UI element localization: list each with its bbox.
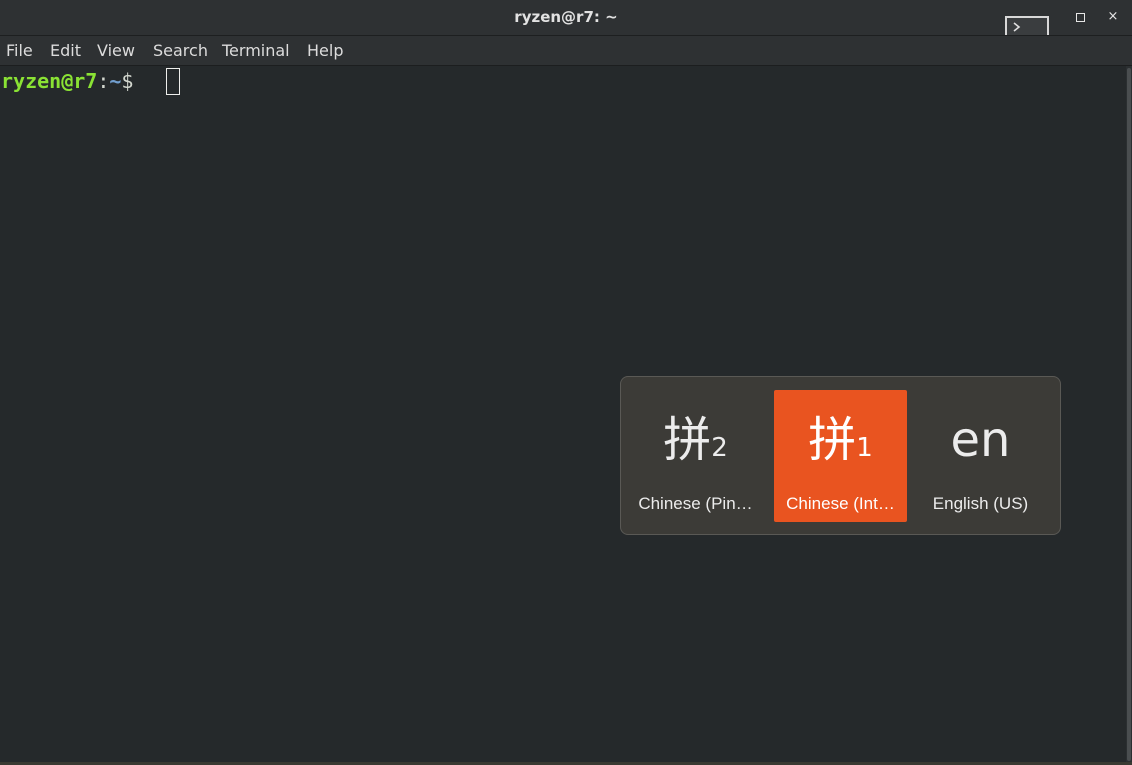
input-source-label: Chinese (Int… [786, 494, 895, 513]
maximize-icon [1075, 13, 1085, 22]
input-source-switcher: 拼2 Chinese (Pin… 拼1 Chinese (Int… en Eng… [620, 376, 1061, 535]
menu-file[interactable]: File [6, 41, 33, 60]
input-source-glyph: 拼2 [663, 412, 728, 468]
input-source-label: Chinese (Pin… [638, 494, 753, 513]
terminal-window: ryzen@r7: ~ × File Edit View Search Term… [0, 0, 1132, 765]
prompt-user-host: ryzen@r7 [1, 69, 98, 93]
menu-edit[interactable]: Edit [50, 41, 81, 60]
shell-prompt: ryzen@r7:~$ [1, 69, 133, 93]
input-source-english-us[interactable]: en English (US) [914, 390, 1047, 522]
input-source-chinese-pinyin[interactable]: 拼2 Chinese (Pin… [629, 390, 762, 522]
terminal-icon [1005, 16, 1049, 35]
input-source-label: English (US) [932, 494, 1029, 513]
maximize-button[interactable] [1072, 9, 1088, 25]
scrollbar[interactable] [1126, 66, 1132, 765]
input-source-glyph: en [950, 412, 1011, 468]
close-icon: × [1107, 9, 1119, 24]
menu-bar: File Edit View Search Terminal Help [0, 36, 1132, 66]
menu-search[interactable]: Search [153, 41, 208, 60]
input-source-glyph: 拼1 [808, 412, 873, 468]
input-source-chinese-intelligent[interactable]: 拼1 Chinese (Int… [774, 390, 907, 522]
title-bar[interactable]: ryzen@r7: ~ × [0, 0, 1132, 36]
text-cursor [166, 68, 180, 95]
prompt-path: ~ [109, 69, 122, 93]
prompt-symbol: $ [121, 69, 134, 93]
menu-terminal[interactable]: Terminal [222, 41, 290, 60]
menu-view[interactable]: View [97, 41, 135, 60]
prompt-colon: : [97, 69, 110, 93]
close-button[interactable]: × [1105, 9, 1121, 25]
scrollbar-thumb[interactable] [1127, 68, 1131, 761]
window-title: ryzen@r7: ~ [514, 8, 618, 26]
menu-help[interactable]: Help [307, 41, 343, 60]
